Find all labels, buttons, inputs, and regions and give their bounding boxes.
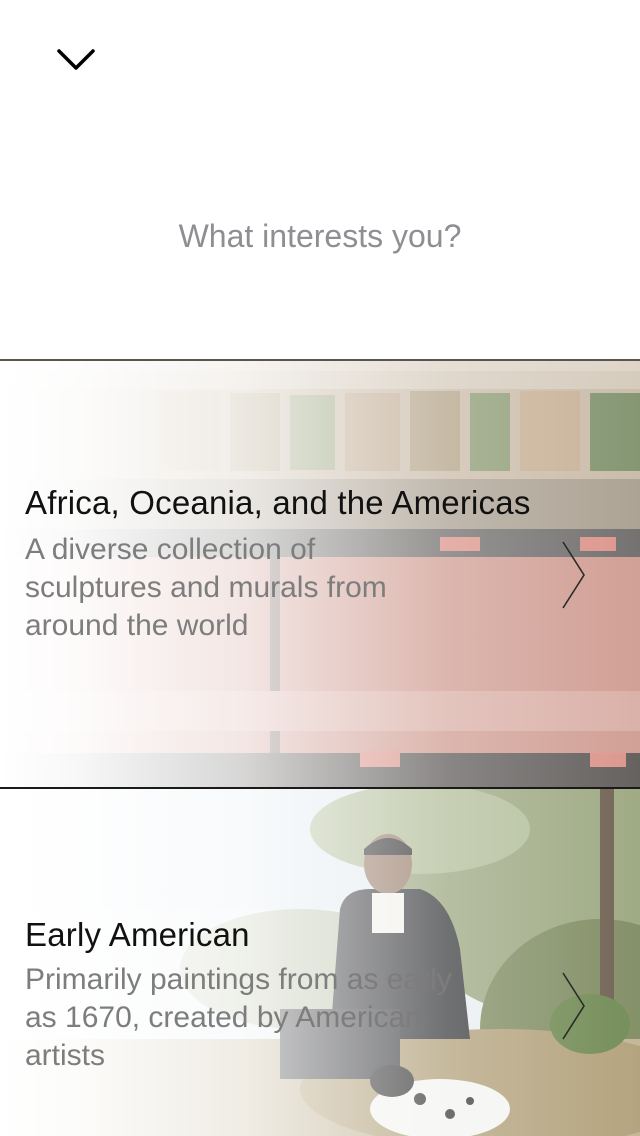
chevron-right-icon (562, 541, 585, 609)
category-description: A diverse collection of sculptures and m… (25, 533, 387, 642)
category-card-africa-oceania-americas[interactable]: Africa, Oceania, and the Americas A dive… (0, 361, 640, 787)
chevron-right-icon (562, 972, 585, 1040)
page-title: What interests you? (178, 218, 462, 254)
collapse-button[interactable] (46, 36, 106, 84)
category-title: Early American (25, 916, 250, 953)
interests-screen: What interests you? Africa, Oceania, and… (0, 0, 640, 1136)
category-title: Africa, Oceania, and the Americas (25, 484, 531, 521)
category-card-early-american[interactable]: Early American Primarily paintings from … (0, 789, 640, 1136)
category-description: Primarily paintings from as early as 167… (25, 963, 452, 1072)
chevron-down-icon (57, 49, 95, 70)
